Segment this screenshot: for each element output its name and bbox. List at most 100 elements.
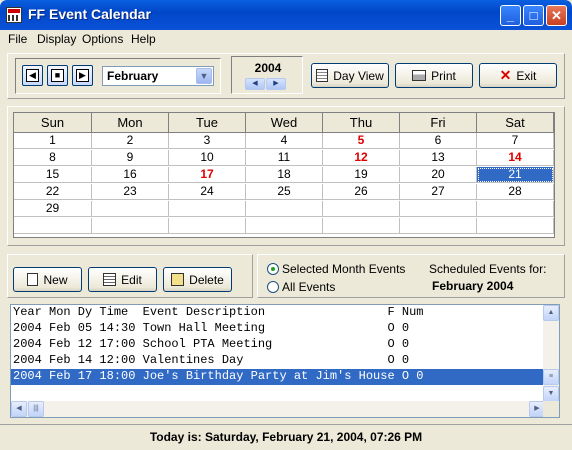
calendar-day-cell[interactable]: 16: [92, 167, 169, 183]
calendar-grid: Sun Mon Tue Wed Thu Fri Sat 1 2 3 4 5 6 7 8 9 10 11 12 13 14…: [13, 112, 555, 238]
weekday-header: Sun: [14, 113, 92, 133]
prev-month-button[interactable]: ◀: [22, 65, 43, 86]
delete-button[interactable]: Delete: [163, 267, 232, 292]
calendar-day-cell[interactable]: 24: [169, 184, 246, 200]
calendar-day-cell[interactable]: 3: [169, 133, 246, 149]
scroll-thumb[interactable]: ≡: [543, 369, 559, 385]
event-row[interactable]: 2004 Feb 14 12:00 Valentines Day O 0: [11, 353, 545, 369]
next-month-button[interactable]: ▶: [72, 65, 93, 86]
window-title: FF Event Calendar: [28, 6, 151, 22]
menu-help[interactable]: Help: [131, 32, 156, 46]
weekday-header: Wed: [246, 113, 323, 133]
calendar-day-cell[interactable]: 7: [477, 133, 554, 149]
year-up-button[interactable]: ▶: [266, 78, 286, 90]
calendar-day-cell[interactable]: [169, 201, 246, 217]
x-icon: ✕: [499, 67, 512, 83]
edit-icon: [103, 273, 117, 286]
event-row[interactable]: 2004 Feb 05 14:30 Town Hall Meeting O 0: [11, 321, 545, 337]
hscroll-thumb[interactable]: |||: [28, 401, 44, 417]
calendar-day-cell[interactable]: 6: [400, 133, 477, 149]
weekday-header: Sat: [477, 113, 554, 133]
scroll-left-button[interactable]: ◀: [11, 401, 27, 417]
radio-selected-month-label[interactable]: Selected Month Events: [282, 262, 405, 276]
edit-button[interactable]: Edit: [88, 267, 157, 292]
calendar-day-cell[interactable]: [323, 218, 400, 234]
calendar-day-cell[interactable]: 17: [169, 167, 246, 183]
current-month-button[interactable]: ■: [47, 65, 68, 86]
menu-file[interactable]: File: [8, 32, 27, 46]
new-label: New: [43, 272, 68, 287]
calendar-day-cell[interactable]: 2: [92, 133, 169, 149]
event-row[interactable]: 2004 Feb 12 17:00 School PTA Meeting O 0: [11, 337, 545, 353]
calendar-day-cell[interactable]: 29: [14, 201, 92, 217]
scroll-down-button[interactable]: ▼: [543, 386, 559, 402]
calendar-day-cell[interactable]: 15: [14, 167, 92, 183]
calendar-day-cell[interactable]: 23: [92, 184, 169, 200]
menu-bar: File Display Options Help: [0, 30, 572, 48]
print-label: Print: [431, 68, 456, 83]
event-list[interactable]: Year Mon Dy Time Event Description F Num…: [10, 304, 560, 418]
calendar-day-cell[interactable]: [92, 201, 169, 217]
horizontal-scrollbar[interactable]: ◀ ||| ▶: [11, 401, 545, 417]
vertical-scrollbar[interactable]: ▲ ≡ ▼: [543, 305, 559, 402]
print-button[interactable]: Print: [395, 63, 473, 88]
scroll-corner: [543, 401, 559, 417]
calendar-day-cell[interactable]: 12: [323, 150, 400, 166]
maximize-button[interactable]: □: [523, 5, 544, 26]
calendar-day-cell[interactable]: [477, 218, 554, 234]
calendar-day-cell[interactable]: 19: [323, 167, 400, 183]
calendar-day-cell[interactable]: [400, 218, 477, 234]
weekday-header: Tue: [169, 113, 246, 133]
new-document-icon: [27, 273, 39, 286]
menu-options[interactable]: Options: [82, 32, 123, 46]
calendar-icon: [316, 69, 329, 82]
title-bar: FF Event Calendar _ □ ✕: [0, 0, 572, 30]
calendar-day-cell[interactable]: [246, 201, 323, 217]
calendar-day-cell[interactable]: 26: [323, 184, 400, 200]
scheduled-label: Scheduled Events for:: [429, 262, 547, 276]
calendar-day-cell[interactable]: 5: [323, 133, 400, 149]
stop-icon: ■: [51, 69, 64, 82]
calendar-day-cell[interactable]: 21: [477, 167, 554, 183]
calendar-day-cell[interactable]: 22: [14, 184, 92, 200]
calendar-day-cell[interactable]: 13: [400, 150, 477, 166]
year-down-button[interactable]: ◀: [245, 78, 265, 90]
calendar-day-cell[interactable]: [169, 218, 246, 234]
radio-all-events[interactable]: [267, 281, 279, 293]
chevron-down-icon[interactable]: ▼: [196, 68, 212, 84]
calendar-day-cell[interactable]: [400, 201, 477, 217]
new-button[interactable]: New: [13, 267, 82, 292]
calendar-day-cell[interactable]: 27: [400, 184, 477, 200]
menu-display[interactable]: Display: [37, 32, 76, 46]
calendar-day-cell[interactable]: 18: [246, 167, 323, 183]
calendar-day-cell[interactable]: [323, 201, 400, 217]
calendar-day-cell[interactable]: 11: [246, 150, 323, 166]
weekday-header: Thu: [323, 113, 400, 133]
weekday-header: Mon: [92, 113, 169, 133]
calendar-day-cell[interactable]: 14: [477, 150, 554, 166]
calendar-day-cell[interactable]: [92, 218, 169, 234]
scroll-up-button[interactable]: ▲: [543, 305, 559, 321]
month-select[interactable]: February ▼: [102, 66, 214, 86]
event-row[interactable]: 2004 Feb 17 18:00 Joe's Birthday Party a…: [11, 369, 545, 385]
calendar-day-cell[interactable]: 9: [92, 150, 169, 166]
minimize-button[interactable]: _: [500, 5, 521, 26]
close-button[interactable]: ✕: [546, 5, 567, 26]
exit-button[interactable]: ✕ Exit: [479, 63, 557, 88]
calendar-day-cell[interactable]: [477, 201, 554, 217]
prev-icon: ◀: [26, 69, 39, 82]
day-view-button[interactable]: Day View: [311, 63, 389, 88]
radio-selected-month[interactable]: [267, 263, 279, 275]
calendar-day-cell[interactable]: 20: [400, 167, 477, 183]
radio-all-events-label[interactable]: All Events: [282, 280, 335, 294]
event-list-header: Year Mon Dy Time Event Description F Num: [13, 305, 424, 319]
calendar-day-cell[interactable]: 8: [14, 150, 92, 166]
calendar-day-cell[interactable]: 10: [169, 150, 246, 166]
month-select-value: February: [107, 69, 159, 83]
calendar-day-cell[interactable]: 28: [477, 184, 554, 200]
calendar-day-cell[interactable]: [14, 218, 92, 234]
calendar-day-cell[interactable]: 25: [246, 184, 323, 200]
calendar-day-cell[interactable]: [246, 218, 323, 234]
calendar-day-cell[interactable]: 1: [14, 133, 92, 149]
calendar-day-cell[interactable]: 4: [246, 133, 323, 149]
